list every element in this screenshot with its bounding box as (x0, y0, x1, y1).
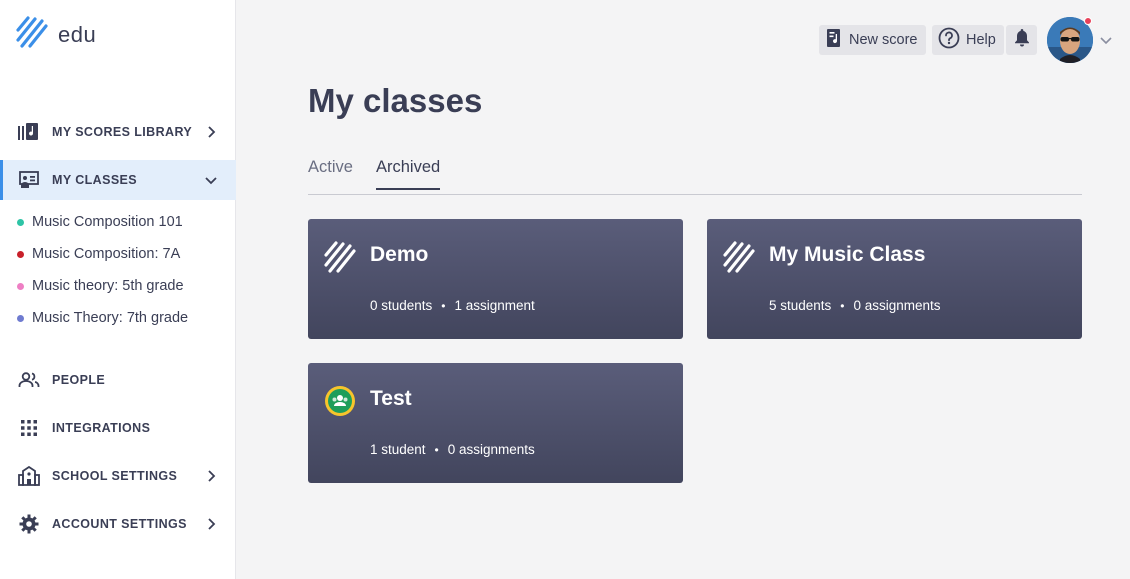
class-card-meta: 0 students • 1 assignment (370, 298, 535, 313)
stripes-logo-icon (723, 241, 755, 273)
chevron-right-icon (208, 470, 216, 482)
class-tabs: Active Archived (308, 150, 1082, 195)
meta-separator: • (434, 442, 439, 457)
new-score-button[interactable]: New score (819, 25, 926, 55)
stripes-logo-icon (324, 241, 356, 273)
sidebar-item-account-settings[interactable]: ACCOUNT SETTINGS (0, 504, 236, 544)
notifications-button[interactable] (1006, 25, 1037, 55)
class-list-item[interactable]: Music Composition 101 (0, 208, 236, 236)
sidebar-item-school-settings[interactable]: SCHOOL SETTINGS (0, 456, 236, 496)
class-card-title: My Music Class (769, 243, 926, 266)
sidebar-item-people[interactable]: PEOPLE (0, 360, 236, 400)
help-label: Help (966, 32, 996, 48)
class-card-meta: 1 student • 0 assignments (370, 442, 535, 457)
stripes-logo-icon (16, 16, 48, 53)
google-classroom-icon (324, 385, 356, 417)
class-card[interactable]: Demo 0 students • 1 assignment (308, 219, 683, 339)
class-card-title: Demo (370, 243, 429, 266)
sidebar-item-integrations[interactable]: INTEGRATIONS (0, 408, 236, 448)
sidebar-item-label: PEOPLE (52, 373, 106, 387)
sidebar-item-label: INTEGRATIONS (52, 421, 151, 435)
help-icon (938, 27, 960, 54)
chevron-down-icon (205, 177, 217, 185)
logo-text: edu (58, 21, 97, 47)
class-list-item[interactable]: Music Composition: 7A (0, 240, 236, 268)
music-library-icon (18, 121, 40, 143)
assignment-count: 0 assignments (447, 442, 535, 457)
tab-active[interactable]: Active (308, 158, 353, 188)
class-label: Music Composition 101 (32, 214, 183, 230)
assignment-count: 1 assignment (454, 298, 535, 313)
class-color-dot (17, 314, 24, 322)
sidebar-item-label: MY SCORES LIBRARY (52, 125, 193, 139)
assignment-count: 0 assignments (853, 298, 941, 313)
meta-separator: • (441, 298, 446, 313)
grid-icon (18, 417, 40, 439)
page-title: My classes (308, 82, 483, 119)
tab-archived[interactable]: Archived (376, 158, 441, 190)
class-list-item[interactable]: Music theory: 5th grade (0, 272, 236, 300)
new-score-icon (825, 28, 843, 53)
class-list-item[interactable]: Music Theory: 7th grade (0, 304, 236, 332)
sidebar-item-label: MY CLASSES (52, 173, 138, 187)
class-card[interactable]: Test 1 student • 0 assignments (308, 363, 683, 483)
class-label: Music Theory: 7th grade (32, 310, 189, 326)
class-card[interactable]: My Music Class 5 students • 0 assignment… (707, 219, 1082, 339)
class-card-meta: 5 students • 0 assignments (769, 298, 941, 313)
chevron-down-icon[interactable] (1099, 33, 1113, 47)
new-score-label: New score (849, 32, 918, 48)
sidebar-item-my-classes[interactable]: MY CLASSES (0, 160, 236, 200)
student-count: 0 students (370, 298, 433, 313)
gear-icon (18, 513, 40, 535)
chevron-right-icon (208, 518, 216, 530)
school-icon (18, 465, 40, 487)
student-count: 1 student (370, 442, 426, 457)
chevron-right-icon (208, 126, 216, 138)
app-logo[interactable]: edu (16, 16, 96, 53)
bell-icon (1014, 28, 1030, 52)
meta-separator: • (840, 298, 845, 313)
class-color-dot (17, 218, 24, 226)
sidebar-item-scores-library[interactable]: MY SCORES LIBRARY (0, 112, 236, 152)
class-color-dot (17, 250, 24, 258)
sidebar: edu MY SCORES LIBRARY MY CLASSES Music C… (0, 0, 236, 579)
sidebar-item-label: ACCOUNT SETTINGS (52, 517, 187, 531)
student-count: 5 students (769, 298, 832, 313)
class-color-dot (17, 282, 24, 290)
notification-badge (1084, 17, 1092, 25)
classroom-icon (18, 169, 40, 191)
class-label: Music Composition: 7A (32, 246, 181, 262)
class-label: Music theory: 5th grade (32, 278, 184, 294)
help-button[interactable]: Help (932, 25, 1004, 55)
sidebar-item-label: SCHOOL SETTINGS (52, 469, 178, 483)
class-card-title: Test (370, 387, 412, 410)
people-icon (18, 369, 40, 391)
